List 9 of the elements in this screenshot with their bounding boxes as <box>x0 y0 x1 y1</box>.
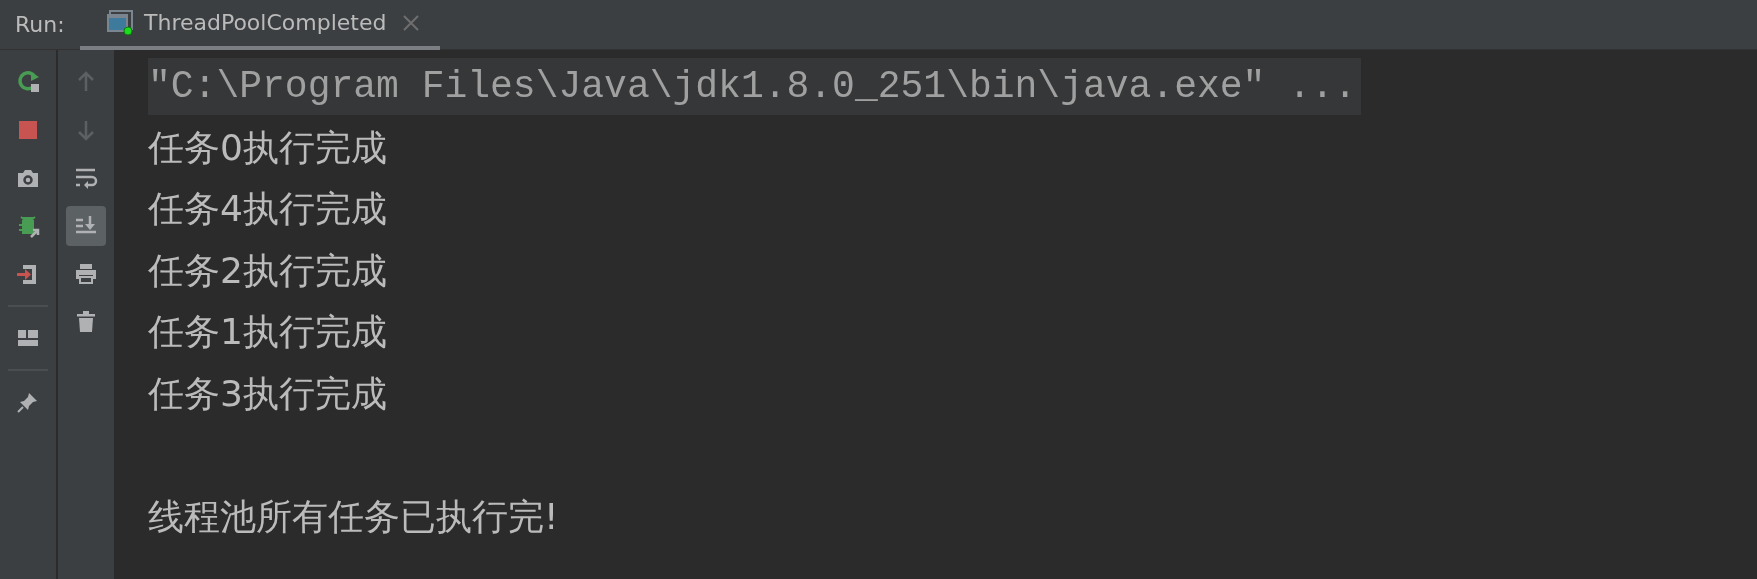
console-output-line: 任务3执行完成 <box>148 371 387 416</box>
tool-window-label: Run: <box>15 12 66 37</box>
console-output-line: 任务2执行完成 <box>148 248 387 293</box>
console-output-line: 任务0执行完成 <box>148 125 387 170</box>
scroll-to-end-icon[interactable] <box>66 206 106 246</box>
console-output-line: 线程池所有任务已执行完! <box>148 494 559 539</box>
window-icon <box>106 9 134 36</box>
console-output-line: 任务1执行完成 <box>148 310 387 355</box>
console-output-line: 任务4执行完成 <box>148 187 387 232</box>
